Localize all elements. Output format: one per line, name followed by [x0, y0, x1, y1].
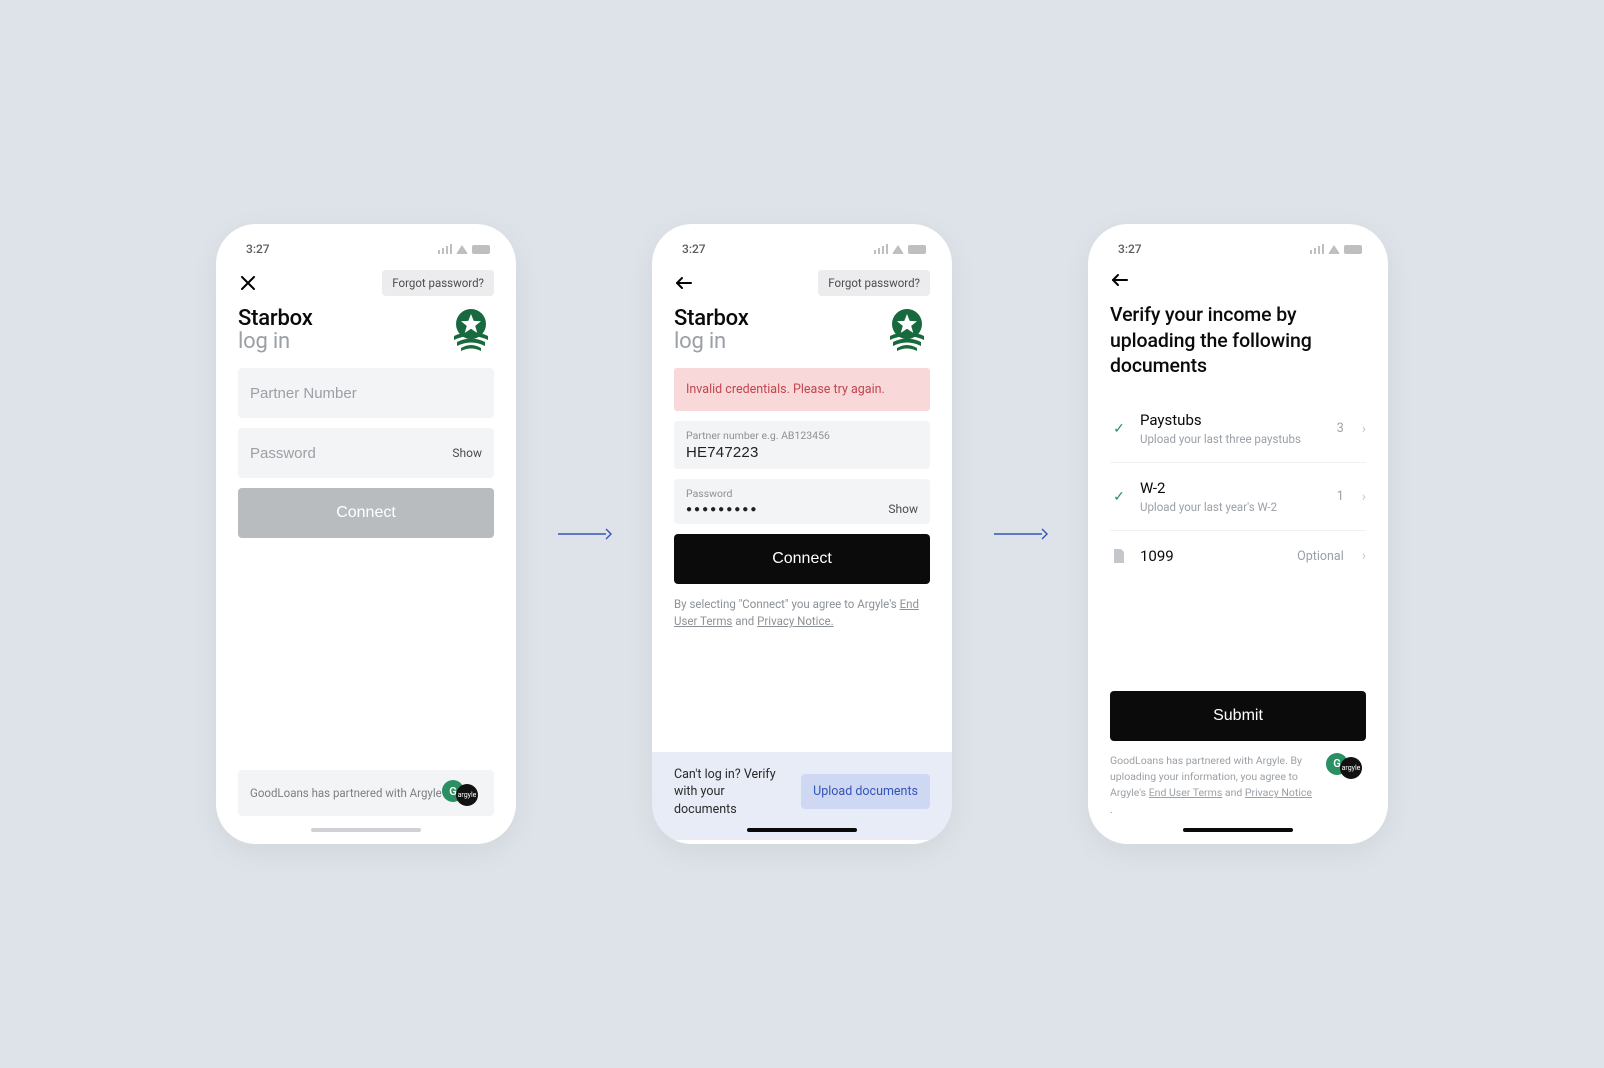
chevron-right-icon: ›: [1362, 548, 1366, 564]
wifi-icon: [1328, 245, 1340, 254]
back-icon[interactable]: [674, 273, 694, 293]
doc-title: Paystubs: [1140, 411, 1325, 429]
connect-button[interactable]: Connect: [674, 534, 930, 584]
doc-item-w2[interactable]: ✓ W-2 Upload your last year's W-2 1 ›: [1110, 463, 1366, 531]
partner-logos: G argyle: [1326, 753, 1366, 779]
doc-item-1099[interactable]: 1099 Optional ›: [1110, 531, 1366, 581]
status-icons: [438, 244, 491, 254]
forgot-password-link[interactable]: Forgot password?: [818, 270, 930, 296]
brand-title: Starbox: [238, 306, 313, 331]
password-input[interactable]: [686, 504, 880, 515]
status-icons: [1310, 244, 1363, 254]
partner-footer-text: GoodLoans has partnered with Argyle: [250, 786, 442, 800]
starbox-logo-icon: [448, 306, 494, 352]
privacy-notice-link[interactable]: Privacy Notice: [1245, 786, 1312, 799]
password-input[interactable]: [250, 445, 444, 462]
wifi-icon: [892, 245, 904, 254]
status-time: 3:27: [682, 242, 706, 256]
argyle-logo-icon: argyle: [456, 784, 478, 806]
partner-number-field[interactable]: [238, 368, 494, 418]
signal-icon: [438, 244, 453, 254]
partner-number-field[interactable]: Partner number e.g. AB123456: [674, 421, 930, 469]
fallback-strip: Can't log in? Verify with your documents…: [652, 752, 952, 841]
doc-count: 3: [1337, 421, 1344, 436]
privacy-notice-link[interactable]: Privacy Notice.: [757, 614, 833, 628]
phone-screen-login-empty: 3:27 Forgot password? Starbox log in: [216, 224, 516, 844]
password-field[interactable]: Password Show: [674, 479, 930, 524]
password-field[interactable]: Show: [238, 428, 494, 478]
legal-text: By selecting "Connect" you agree to Argy…: [674, 596, 930, 631]
forgot-password-link[interactable]: Forgot password?: [382, 270, 494, 296]
document-icon: [1113, 549, 1125, 563]
error-banner: Invalid credentials. Please try again.: [674, 368, 930, 411]
status-bar: 3:27: [652, 240, 952, 264]
brand-subtitle: log in: [674, 329, 749, 354]
doc-subtitle: Upload your last year's W-2: [1140, 500, 1325, 514]
doc-optional-label: Optional: [1297, 549, 1344, 564]
status-bar: 3:27: [1088, 240, 1388, 264]
status-time: 3:27: [1118, 242, 1142, 256]
battery-icon: [1344, 245, 1362, 254]
connect-button[interactable]: Connect: [238, 488, 494, 538]
status-icons: [874, 244, 927, 254]
show-password-toggle[interactable]: Show: [444, 446, 482, 460]
doc-subtitle: Upload your last three paystubs: [1140, 432, 1325, 446]
password-label: Password: [686, 487, 918, 500]
argyle-logo-icon: argyle: [1340, 757, 1362, 779]
partner-logos: G argyle: [442, 780, 482, 806]
battery-icon: [908, 245, 926, 254]
doc-item-paystubs[interactable]: ✓ Paystubs Upload your last three paystu…: [1110, 395, 1366, 463]
brand-title: Starbox: [674, 306, 749, 331]
partner-number-input[interactable]: [686, 444, 918, 461]
doc-title: W-2: [1140, 479, 1325, 497]
partner-number-input[interactable]: [250, 385, 482, 402]
home-indicator: [311, 828, 421, 832]
submit-button[interactable]: Submit: [1110, 691, 1366, 741]
show-password-toggle[interactable]: Show: [880, 502, 918, 516]
phone-screen-documents: 3:27 Verify your income by uploading the…: [1088, 224, 1388, 844]
phone-screen-login-error: 3:27 Forgot password? Starbox log in Inv…: [652, 224, 952, 844]
partner-legal: GoodLoans has partnered with Argyle. By …: [1110, 753, 1366, 818]
home-indicator: [747, 828, 857, 832]
chevron-right-icon: ›: [1362, 489, 1366, 505]
signal-icon: [874, 244, 889, 254]
check-icon: ✓: [1113, 421, 1125, 437]
doc-count: 1: [1337, 489, 1344, 504]
starbox-logo-icon: [884, 306, 930, 352]
page-title: Verify your income by uploading the foll…: [1088, 296, 1388, 395]
check-icon: ✓: [1113, 489, 1125, 505]
battery-icon: [472, 245, 490, 254]
signal-icon: [1310, 244, 1325, 254]
flow-arrow-icon: [556, 526, 612, 542]
flow-arrow-icon: [992, 526, 1048, 542]
partner-footer: GoodLoans has partnered with Argyle G ar…: [238, 770, 494, 816]
fallback-text: Can't log in? Verify with your documents: [674, 766, 789, 819]
status-bar: 3:27: [216, 240, 516, 264]
brand-subtitle: log in: [238, 329, 313, 354]
end-user-terms-link[interactable]: End User Terms: [1149, 786, 1223, 799]
chevron-right-icon: ›: [1362, 421, 1366, 437]
upload-documents-button[interactable]: Upload documents: [801, 774, 930, 809]
back-icon[interactable]: [1110, 270, 1130, 290]
wifi-icon: [456, 245, 468, 254]
partner-number-label: Partner number e.g. AB123456: [686, 429, 918, 442]
doc-title: 1099: [1140, 547, 1285, 565]
status-time: 3:27: [246, 242, 270, 256]
home-indicator: [1183, 828, 1293, 832]
close-icon[interactable]: [238, 273, 258, 293]
